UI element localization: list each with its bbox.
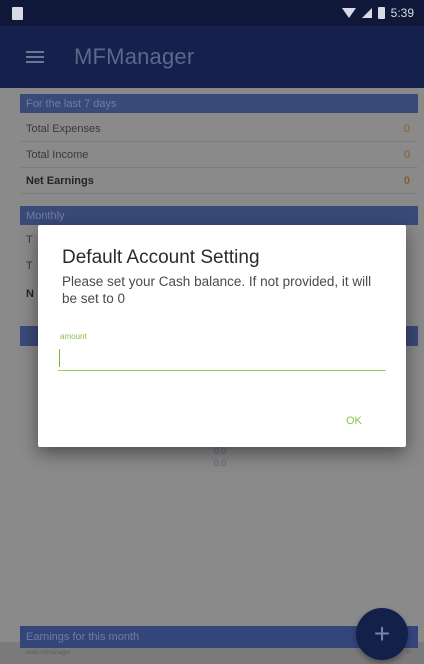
footer-row: www.mfmanager 0 xyxy=(20,650,418,664)
signal-icon xyxy=(361,8,372,18)
weekly-section-header: For the last 7 days xyxy=(20,94,418,113)
row-label: Net Earnings xyxy=(26,174,94,187)
wifi-icon xyxy=(341,8,356,18)
hamburger-menu-icon[interactable] xyxy=(26,51,44,63)
app-title: MFManager xyxy=(74,44,195,69)
weekly-row-total-expenses: Total Expenses 0 xyxy=(20,116,418,142)
weekly-row-net-earnings: Net Earnings 0 xyxy=(20,168,418,194)
footer-row-value: 0 xyxy=(406,650,410,656)
status-bar: 5:39 xyxy=(0,0,424,26)
dialog-message: Please set your Cash balance. If not pro… xyxy=(62,274,372,306)
status-icons: 5:39 xyxy=(341,6,414,20)
row-value: 0 xyxy=(403,174,410,187)
monthly-section-header: Monthly xyxy=(20,206,418,225)
row-label: Total Income xyxy=(26,148,89,161)
ok-button[interactable]: OK xyxy=(340,411,368,431)
footer-row-label: www.mfmanager xyxy=(26,650,71,656)
default-account-dialog: Default Account Setting Please set your … xyxy=(38,225,406,447)
app-bar: MFManager xyxy=(0,26,424,88)
monthly-row-prefix: T xyxy=(26,234,33,246)
weekly-row-total-income: Total Income 0 xyxy=(20,142,418,168)
status-time: 5:39 xyxy=(390,6,414,20)
row-label: Total Expenses xyxy=(26,122,101,135)
chart-label-bottom: 0.0 xyxy=(213,458,227,468)
amount-field-label: amount xyxy=(60,332,87,341)
row-value: 0 xyxy=(403,122,410,135)
monthly-row-prefix: N xyxy=(26,288,34,300)
battery-icon xyxy=(377,7,385,19)
add-fab-button[interactable]: + xyxy=(356,608,408,660)
text-cursor xyxy=(59,349,60,367)
row-value: 0 xyxy=(403,148,410,161)
sim-icon xyxy=(12,6,23,20)
plus-icon: + xyxy=(373,618,391,649)
amount-input[interactable] xyxy=(58,346,386,371)
dialog-title: Default Account Setting xyxy=(62,247,260,268)
chart-label-top: 0.0 xyxy=(213,446,227,456)
monthly-row-prefix: T xyxy=(26,260,33,272)
